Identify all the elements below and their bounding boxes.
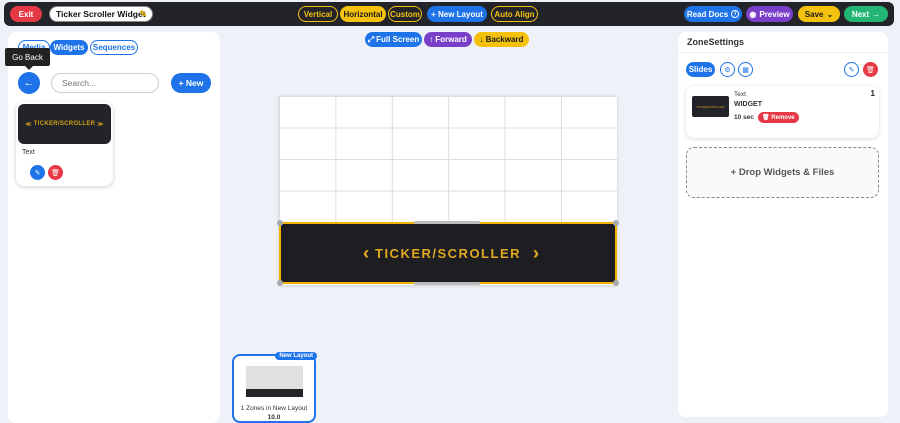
backward-button[interactable]: ↓ Backward [474,32,529,47]
ticker-text: TICKER/SCROLLER [375,245,521,261]
expand-icon: ⤢ [367,34,375,44]
auto-align-label: Auto Align [494,9,535,19]
widget-title: Ticker Scroller Widget [56,9,146,19]
zone-settings-panel: ZoneSettings Slides ⚙ ▦ ✎ 🗑 TICKER/SCROL… [678,32,888,417]
forward-button[interactable]: ↑ Forward [424,32,472,47]
slide-item[interactable]: TICKER/SCROLLER Text WIDGET 10 sec 🗑 Rem… [686,86,879,138]
schedule-tab[interactable]: ▦ [738,62,753,77]
calendar-icon: ▦ [742,66,749,74]
widget-thumbnail: ≪ TICKER/SCROLLER ≫ [18,104,111,144]
arrow-up-icon: ↑ [429,35,434,44]
new-widget-button[interactable]: + New [171,73,211,93]
info-icon: i [731,10,740,18]
resize-handle-br[interactable] [613,280,619,286]
gear-icon: ⚙ [724,66,731,74]
tab-sequences-label: Sequences [92,43,136,52]
slide-type: WIDGET [734,101,762,108]
new-layout-label: + New Layout [431,9,483,19]
widget-name: Text [22,149,35,156]
layout-thumb-zone [246,389,303,397]
trash-icon: 🗑 [51,169,60,177]
resize-handle-tl[interactable] [277,220,283,226]
resize-handle-bottom[interactable] [414,282,480,285]
full-screen-label: Full Screen [376,35,420,44]
custom-label: Custom [390,9,420,19]
slide-index: 1 [870,89,875,98]
pencil-icon: ✎ [848,66,855,74]
delete-widget-button[interactable]: 🗑 [48,165,63,180]
auto-align-button[interactable]: Auto Align [491,6,538,22]
pencil-icon: ✎ [34,169,41,177]
exit-label: Exit [18,9,34,19]
next-label: Next [851,9,870,19]
trash-icon: 🗑 [762,115,770,121]
settings-tab[interactable]: ⚙ [720,62,735,77]
chevrons-right-icon: ≫ [97,121,104,128]
tooltip-text: Go Back [12,52,43,62]
slide-thumbnail: TICKER/SCROLLER [692,96,729,117]
arrow-left-icon: ← [23,77,35,89]
pencil-icon[interactable]: ✎ [139,9,147,20]
layout-caption: 1 Zones in New Layout [240,405,308,412]
layout-value: 10.0 [267,414,281,421]
drop-label: + Drop Widgets & Files [730,167,835,178]
slide-duration: 10 sec [734,114,754,121]
widget-thumb-text: TICKER/SCROLLER [33,121,96,127]
tab-sequences[interactable]: Sequences [90,40,138,55]
save-button[interactable]: Save ⌄ [798,6,840,22]
slide-thumb-text: TICKER/SCROLLER [696,104,725,109]
widgets-panel: Media Widgets Sequences ← + New ≪ TICKER… [8,32,220,423]
top-toolbar: Exit Ticker Scroller Widget ✎ Vertical H… [4,2,894,26]
next-button[interactable]: Next → [844,6,888,22]
widget-title-field[interactable]: Ticker Scroller Widget ✎ [49,6,153,22]
horizontal-layout-button[interactable]: Horizontal [340,6,386,22]
zone-settings-title: ZoneSettings [687,37,745,47]
go-back-tooltip: Go Back [5,48,50,70]
search-input[interactable] [51,73,159,93]
remove-label: Remove [771,114,795,121]
tab-widgets-label: Widgets [53,43,85,52]
delete-zone-button[interactable]: 🗑 [863,62,878,77]
layout-card[interactable]: New Layout 1 Zones in New Layout 10.0 [232,352,317,423]
chevron-down-icon: ⌄ [826,9,834,19]
edit-widget-button[interactable]: ✎ [30,165,45,180]
resize-handle-bl[interactable] [277,280,283,286]
new-widget-label: + New [178,78,204,88]
arrow-right-icon: → [872,9,881,19]
exit-button[interactable]: Exit [10,6,42,22]
eye-icon: ◉ [749,9,757,19]
vertical-layout-button[interactable]: Vertical [298,6,338,22]
slide-name: Text [734,91,746,98]
tab-slides[interactable]: Slides [686,62,715,77]
edit-zone-button[interactable]: ✎ [844,62,859,77]
tab-widgets[interactable]: Widgets [50,40,88,55]
forward-label: Forward [435,35,467,44]
remove-slide-button[interactable]: 🗑 Remove [758,112,799,123]
arrow-down-icon: ↓ [479,35,484,44]
backward-label: Backward [485,35,524,44]
layout-thumbnail [246,366,303,397]
resize-handle-top[interactable] [414,221,480,224]
slides-label: Slides [688,65,713,74]
preview-label: Preview [759,9,790,19]
read-docs-button[interactable]: Read Docs i [684,6,742,22]
layout-badge: New Layout [275,352,317,360]
widget-card[interactable]: ≪ TICKER/SCROLLER ≫ Text ✎ 🗑 [16,102,113,186]
chevrons-left-icon: ≪ [25,121,32,128]
horizontal-label: Horizontal [343,9,383,19]
ticker-zone[interactable]: ‹‹ TICKER/SCROLLER ›› [279,222,617,284]
read-docs-label: Read Docs [686,9,729,19]
drop-zone[interactable]: + Drop Widgets & Files [686,147,879,198]
full-screen-button[interactable]: ⤢ Full Screen [365,32,422,47]
resize-handle-tr[interactable] [613,220,619,226]
trash-icon: 🗑 [866,66,875,74]
back-button[interactable]: ← [18,72,40,94]
divider [678,52,888,53]
vertical-label: Vertical [303,9,333,19]
preview-button[interactable]: ◉ Preview [746,6,793,22]
custom-layout-button[interactable]: Custom [388,6,422,22]
save-label: Save [804,9,824,19]
new-layout-button[interactable]: + New Layout [427,6,487,22]
